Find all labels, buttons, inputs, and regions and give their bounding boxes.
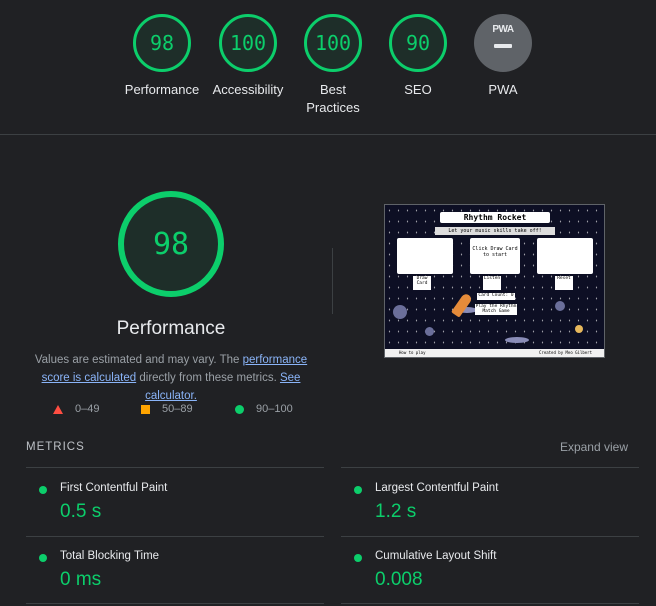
metric-value: 0.5 s: [60, 501, 102, 522]
planet-icon: [425, 327, 434, 336]
metric-name: Total Blocking Time: [60, 550, 160, 562]
legend-label: 90–100: [256, 403, 293, 415]
gauge-accessibility[interactable]: 100 Accessibility: [203, 14, 293, 99]
metric-divider: [341, 536, 639, 537]
final-screenshot[interactable]: Rhythm Rocket Let your music skills take…: [384, 204, 605, 358]
description-text: Values are estimated and may vary. The: [34, 354, 243, 366]
legend-average: 50–89: [141, 403, 193, 415]
metrics-heading: METRICS: [26, 441, 85, 453]
red-triangle-icon: [53, 404, 63, 414]
score-ring: 98: [133, 14, 191, 72]
metric-value: 1.2 s: [375, 501, 417, 522]
expand-view-toggle[interactable]: Expand view: [560, 440, 628, 454]
gauge-label: Best Practices: [306, 82, 360, 115]
gauge-label: PWA: [488, 82, 518, 97]
screenshot-card-left: [397, 238, 453, 274]
screenshot-footer: How to play Created by Meo Gilbert: [385, 349, 604, 357]
gauge-best-practices[interactable]: 100 Best Practices: [288, 14, 378, 117]
pwa-badge-icon: PWA: [474, 14, 532, 72]
planet-icon: [575, 325, 583, 333]
score-value: 100: [314, 31, 352, 55]
screenshot-footer-right: Created by Meo Gilbert: [539, 350, 592, 355]
dash-icon: [494, 44, 512, 48]
pwa-badge-text: PWA: [492, 24, 514, 35]
category-gauges: 98 Performance 100 Accessibility 100 Bes…: [0, 0, 656, 135]
performance-score-gauge: 98: [118, 191, 224, 297]
legend-fail: 0–49: [53, 403, 99, 415]
screenshot-draw-button: Draw Card: [413, 276, 431, 290]
performance-score-value: 98: [152, 226, 190, 262]
divider: [332, 248, 333, 314]
gauge-label: Accessibility: [212, 82, 284, 97]
planet-icon: [555, 301, 565, 311]
metric-divider: [26, 536, 324, 537]
metric-name: Largest Contentful Paint: [375, 482, 499, 494]
screenshot-card-count: Card Count: 0: [477, 293, 515, 300]
metric-value: 0 ms: [60, 569, 102, 590]
score-value: 90: [405, 31, 431, 55]
gauge-pwa[interactable]: PWA PWA: [458, 14, 548, 99]
green-circle-icon: [354, 486, 362, 494]
gauge-seo[interactable]: 90 SEO: [373, 14, 463, 99]
description-text: directly from these metrics.: [136, 372, 280, 384]
legend-label: 0–49: [75, 403, 100, 415]
screenshot-card-right: [537, 238, 593, 274]
screenshot-footer-left: How to play: [399, 350, 426, 355]
metric-divider: [341, 467, 639, 468]
gauge-performance[interactable]: 98 Performance: [117, 14, 207, 99]
metric-divider: [26, 603, 324, 604]
screenshot-listen-button: Listen: [483, 276, 501, 290]
metric-name: First Contentful Paint: [60, 482, 168, 494]
metric-name: Cumulative Layout Shift: [375, 550, 497, 562]
metric-divider: [26, 467, 324, 468]
screenshot-reset-button: Reset: [555, 276, 573, 290]
screenshot-subtitle: Let your music skills take off!: [435, 227, 555, 235]
performance-title: Performance: [116, 318, 226, 339]
ufo-icon: [505, 337, 529, 343]
score-value: 98: [149, 31, 175, 55]
performance-description: Values are estimated and may vary. The p…: [26, 351, 316, 405]
screenshot-play-text: Play the Rhythm Match Game: [475, 304, 517, 315]
score-value: 100: [229, 31, 267, 55]
orange-square-icon: [141, 404, 150, 414]
planet-icon: [393, 305, 407, 319]
score-ring: 100: [219, 14, 277, 72]
green-circle-icon: [39, 554, 47, 562]
score-ring: 90: [389, 14, 447, 72]
screenshot-card-center: Click Draw Card to start: [470, 238, 520, 274]
legend-label: 50–89: [162, 403, 193, 415]
metric-value: 0.008: [375, 569, 423, 590]
gauge-label: SEO: [404, 82, 432, 97]
gauge-label: Performance: [124, 82, 200, 97]
legend-pass: 90–100: [235, 403, 293, 415]
screenshot-title: Rhythm Rocket: [440, 212, 550, 223]
green-circle-icon: [235, 404, 244, 414]
green-circle-icon: [354, 554, 362, 562]
score-ring: 100: [304, 14, 362, 72]
green-circle-icon: [39, 486, 47, 494]
metric-divider: [341, 603, 639, 604]
